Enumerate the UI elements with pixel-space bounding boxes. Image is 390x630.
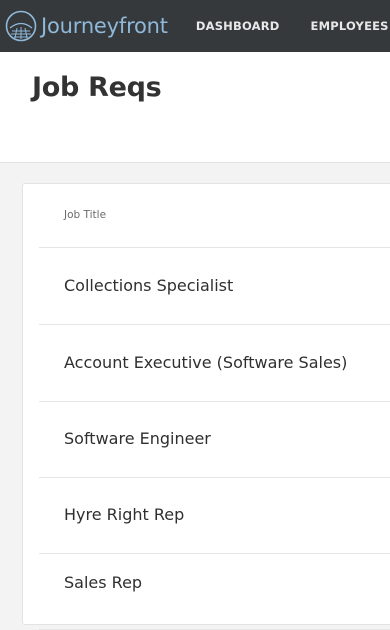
job-title-cell: Account Executive (Software Sales): [64, 353, 348, 372]
job-title-cell: Sales Rep: [64, 573, 143, 592]
page-header: Job Reqs: [0, 52, 390, 163]
table-row[interactable]: Sales Rep: [39, 553, 390, 630]
brand-name: Journeyfront: [41, 14, 168, 38]
job-title-cell: Collections Specialist: [64, 276, 234, 295]
table-header-row: Job Title: [39, 184, 390, 248]
job-title-cell: Hyre Right Rep: [64, 505, 185, 524]
job-reqs-table: Job Title Collections Specialist Account…: [22, 183, 390, 630]
main-nav: DASHBOARD EMPLOYEES: [196, 19, 390, 33]
journeyfront-logo-icon: [5, 10, 37, 42]
column-header-job-title[interactable]: Job Title: [64, 209, 106, 221]
table-row[interactable]: Collections Specialist: [39, 248, 390, 325]
job-title-cell: Software Engineer: [64, 429, 211, 448]
table-row[interactable]: Hyre Right Rep: [39, 477, 390, 554]
nav-employees[interactable]: EMPLOYEES: [311, 19, 389, 33]
nav-dashboard[interactable]: DASHBOARD: [196, 19, 280, 33]
page-title: Job Reqs: [32, 72, 162, 103]
top-navigation-bar: Journeyfront DASHBOARD EMPLOYEES: [0, 0, 390, 52]
table-row[interactable]: Account Executive (Software Sales): [39, 325, 390, 402]
brand-logo[interactable]: Journeyfront: [5, 10, 168, 42]
table-row[interactable]: Software Engineer: [39, 401, 390, 478]
